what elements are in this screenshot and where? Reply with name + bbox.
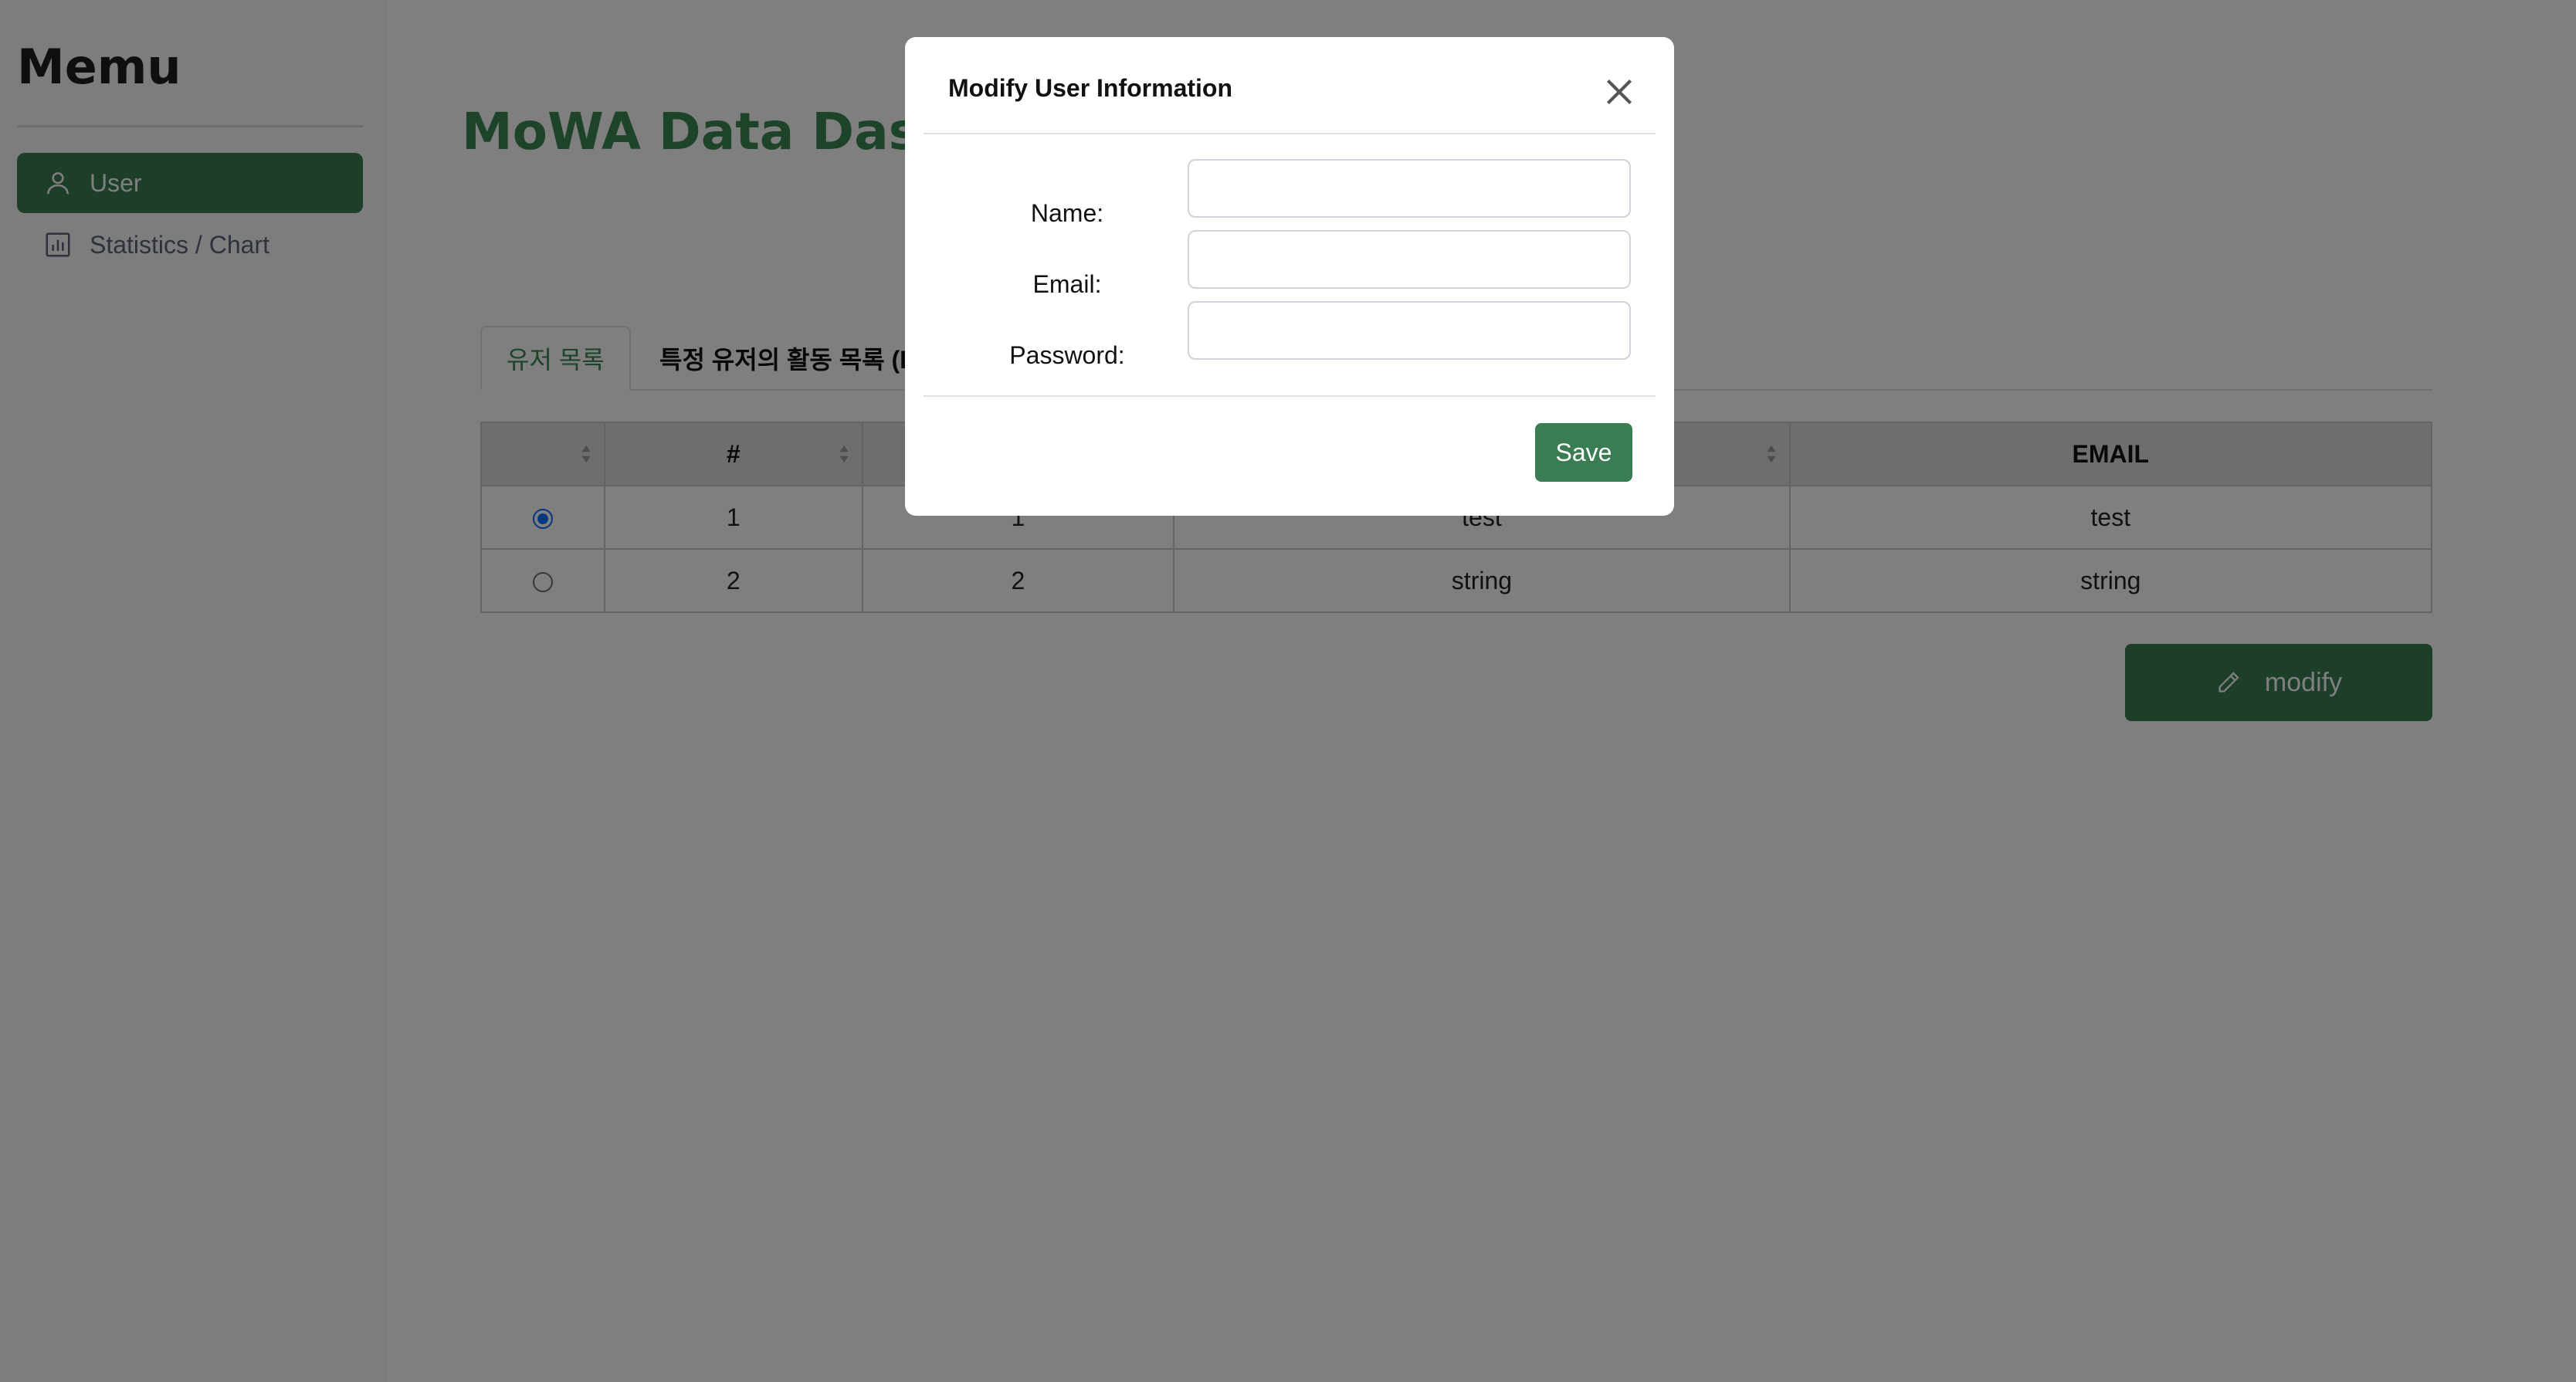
email-field[interactable]: [1188, 230, 1631, 289]
modal-title: Modify User Information: [948, 74, 1233, 102]
modal-header-divider: [924, 133, 1656, 134]
email-label: Email:: [1032, 270, 1102, 298]
name-field[interactable]: [1188, 159, 1631, 218]
password-field[interactable]: [1188, 301, 1631, 360]
close-icon[interactable]: [1600, 73, 1639, 111]
modify-user-modal: Modify User Information Name: Email: Pas…: [905, 37, 1674, 516]
app: Memu User Statistics / Chart MoWA Data D…: [0, 0, 2576, 1382]
password-label: Password:: [1009, 341, 1125, 369]
name-label: Name:: [1030, 199, 1104, 227]
modal-footer-divider: [924, 395, 1656, 397]
save-button[interactable]: Save: [1535, 423, 1632, 482]
